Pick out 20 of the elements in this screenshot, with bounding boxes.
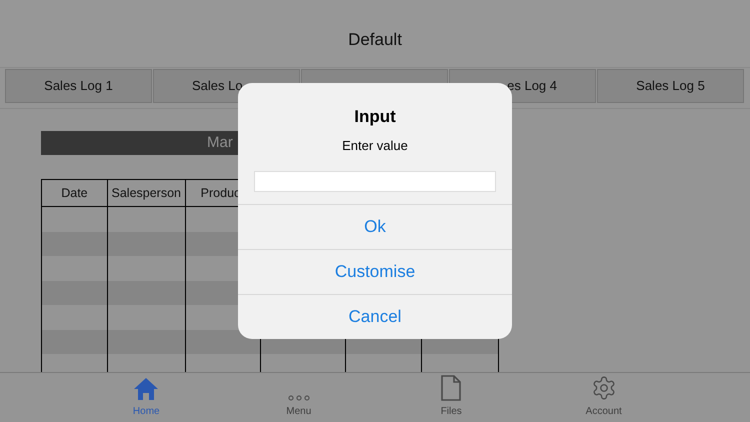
home-icon	[133, 377, 160, 401]
dialog-message: Enter value	[342, 136, 408, 154]
settings-icon	[590, 375, 617, 401]
title-bar-text: Mar	[207, 132, 233, 153]
tab[interactable]: Sales Log 5	[597, 69, 744, 103]
dialog-title: Input	[354, 106, 396, 128]
dialog-button[interactable]: Ok	[238, 204, 512, 249]
table-header-cell: Date	[42, 180, 108, 206]
tab-bar-item[interactable]: Menu	[222, 373, 375, 422]
file-icon	[441, 375, 462, 401]
header-title: Default	[348, 28, 402, 50]
dots-icon	[288, 395, 310, 401]
table-header-cell: Salesperson	[108, 180, 186, 206]
tab-bar-item[interactable]: Home	[70, 373, 222, 422]
tab-bar-item[interactable]: Account	[528, 373, 680, 422]
input-field[interactable]	[254, 171, 496, 192]
tab-bar-item[interactable]: Files	[375, 373, 528, 422]
dialog-button[interactable]: Customise	[238, 249, 512, 294]
dialog-button[interactable]: Cancel	[238, 294, 512, 339]
tab[interactable]: Sales Log 1	[5, 69, 152, 103]
